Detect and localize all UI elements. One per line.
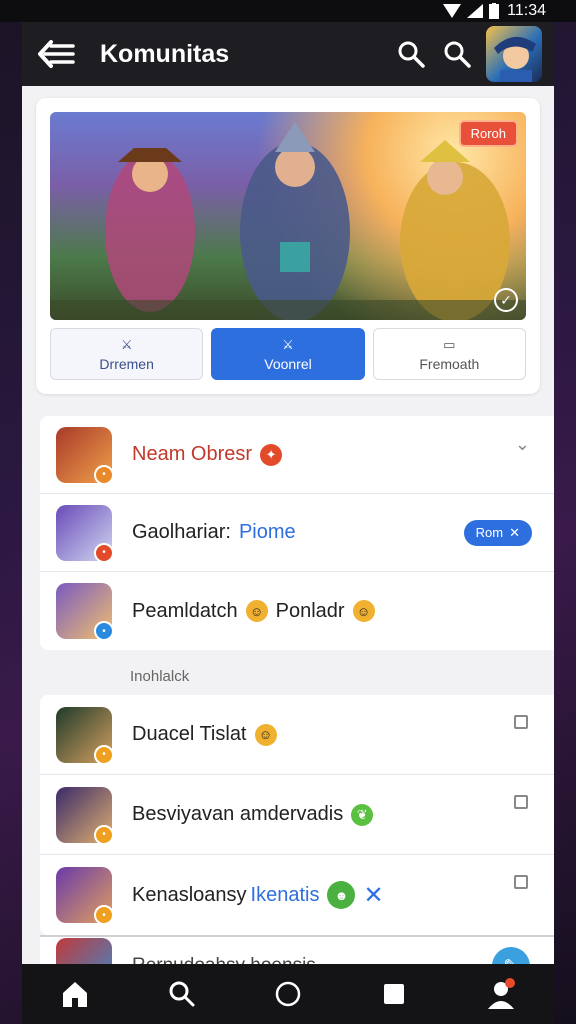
community-list-1: • Neam Obresr ✦ ⌄ • Gaolhariar: Piome Ro… [40,416,554,650]
status-time: 11:34 [507,2,546,19]
community-name: Peamldatch [132,599,238,622]
join-label: Rom [475,525,504,540]
home-icon [63,982,88,1007]
list-item[interactable]: • Duacel Tislat ☺ [40,695,554,775]
list-item[interactable]: • Peamldatch ☺ Ponladr ☺ [40,572,554,650]
heroes-illustration [50,122,526,320]
community-name: Neam Obresr [132,443,253,465]
fire-icon: ✦ [260,443,283,466]
nav-search[interactable] [157,969,207,1019]
community-name: Besviyavan amdervadis [132,803,344,825]
community-avatar: • [56,706,114,765]
leaf-icon: ❦ [351,803,374,826]
status-icons [443,3,500,19]
community-avatar: • [56,426,114,485]
community-avatar: • [56,867,114,925]
checkbox-icon[interactable] [514,795,528,809]
badge-icon: • [94,744,114,765]
search-icon [169,981,195,1007]
tab-label: Fremoath [419,355,480,372]
tab-voonrel[interactable]: ⚔ Voonrel [211,328,365,380]
list-item-label: Peamldatch ☺ Ponladr ☺ [132,600,375,623]
fire-badge-icon: • [94,464,114,485]
list-item-label: Besviyavan amdervadis ❦ [132,803,374,826]
list-item-label: Duacel Tislat ☺ [132,723,277,746]
list-item[interactable]: • Kenasloansy Ikenatis ☻ ✕ [40,855,554,935]
community-avatar: • [56,583,114,641]
nav-square[interactable] [369,969,419,1019]
emoji-icon: ☺ [352,600,375,622]
community-list-2: • Duacel Tislat ☺ • Besviyavan amdervadi… [40,695,554,935]
emoji-icon: ☺ [245,600,268,622]
list-item[interactable]: • Gaolhariar: Piome Rom ✕ [40,494,554,572]
pin-icon: ✕ [509,524,520,540]
join-button[interactable]: Rom ✕ [463,519,532,546]
nav-circle[interactable] [263,969,313,1019]
page-title: Komunitas [100,39,230,68]
list-item-label: Kenasloansy Ikenatis ☻ ✕ [132,881,384,910]
community-name: Duacel Tislat [132,723,247,745]
flame-badge-icon: • [94,542,114,563]
community-tag: Ikenatis [250,883,320,906]
chevron-down-icon[interactable]: ⌄ [515,434,530,455]
community-name: Kenasloansy [132,883,247,906]
badge-icon: • [94,905,114,925]
featured-card[interactable]: Roroh ✓ ⚔ Drremen ⚔ Voonrel ▭ Fremoath [36,98,540,394]
close-icon[interactable]: ✕ [363,881,383,910]
status-bar: 11:34 [0,0,576,22]
nav-profile[interactable] [476,969,526,1019]
search-button-2[interactable] [434,31,480,77]
search-icon [398,41,425,68]
featured-image: Roroh ✓ [50,112,526,320]
back-button[interactable] [34,31,80,77]
tab-label: Voonrel [264,355,312,372]
section-heading: Inohlalck [130,668,190,685]
profile-icon [487,978,515,1009]
featured-badge: Roroh [458,120,518,147]
app-frame: Komunitas Roroh ✓ ⚔ Drremen ⚔ Voonrel ▭ … [22,22,554,1024]
community-tag: Ponladr [275,599,345,622]
back-arrow-icon [38,40,75,68]
app-bar: Komunitas [22,22,554,86]
battery-icon [489,3,500,19]
signal-icon [467,4,484,18]
search-button[interactable] [388,31,434,77]
square-icon [384,984,405,1004]
community-name: Gaolhariar: [132,521,231,543]
verified-badge-icon: • [94,621,114,641]
tab-drremen[interactable]: ⚔ Drremen [50,328,204,380]
nav-home[interactable] [50,969,100,1019]
check-icon[interactable]: ✓ [494,288,518,312]
bottom-nav [22,964,554,1024]
badge-icon: • [94,824,114,845]
segment-tabs: ⚔ Drremen ⚔ Voonrel ▭ Fremoath [50,328,526,380]
avatar[interactable] [486,26,542,82]
avatar-icon [494,36,536,82]
list-item[interactable]: • Besviyavan amdervadis ❦ [40,775,554,855]
checkbox-icon[interactable] [514,875,528,889]
emoji-icon: ☺ [254,723,277,746]
swords-icon: ⚔ [120,336,133,352]
community-avatar: • [56,504,114,563]
wifi-icon [443,4,462,18]
community-avatar: • [56,786,114,845]
tab-label: Drremen [99,355,154,372]
community-tag: Piome [238,521,296,543]
swords-icon: ⚔ [282,336,294,352]
circle-icon [275,981,301,1007]
checkbox-icon[interactable] [514,715,528,729]
list-item-label: Gaolhariar: Piome [132,521,296,544]
board-icon: ▭ [443,336,456,352]
tab-fremoath[interactable]: ▭ Fremoath [372,328,526,380]
list-item[interactable]: • Neam Obresr ✦ ⌄ [40,416,554,494]
smiley-icon: ☻ [327,881,356,909]
list-item-label: Neam Obresr ✦ [132,443,283,466]
search-icon [444,41,471,68]
